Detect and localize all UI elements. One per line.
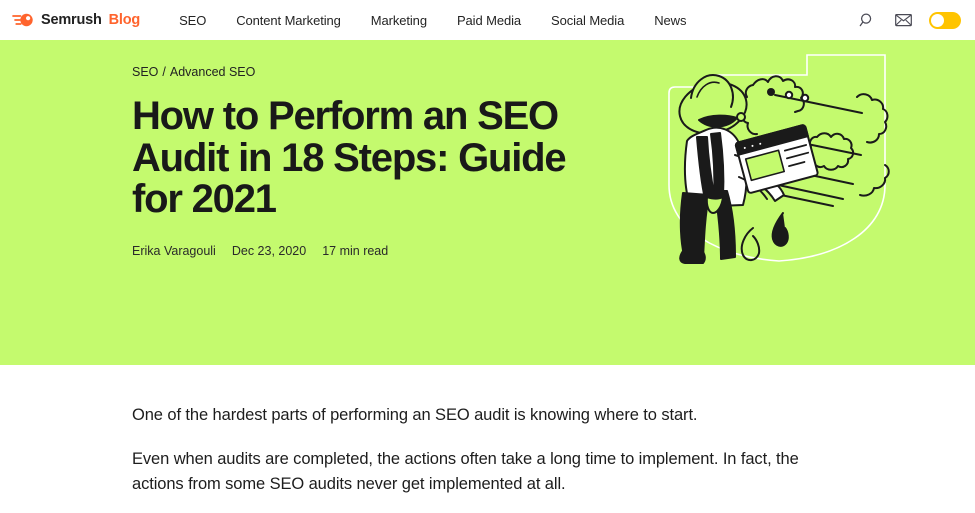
breadcrumb: SEO / Advanced SEO	[132, 65, 975, 79]
theme-toggle[interactable]	[929, 11, 961, 29]
search-icon[interactable]	[857, 10, 877, 30]
breadcrumb-separator: /	[162, 65, 166, 79]
article-paragraph: One of the hardest parts of performing a…	[132, 406, 698, 424]
page-title: How to Perform an SEO Audit in 18 Steps:…	[132, 94, 567, 222]
site-header: Semrush Blog SEO Content Marketing Marke…	[0, 0, 975, 40]
breadcrumb-current[interactable]: Advanced SEO	[170, 65, 255, 79]
nav-item-paid-media[interactable]: Paid Media	[442, 14, 536, 27]
brand-name: Semrush	[41, 11, 102, 28]
toggle-knob	[931, 13, 944, 27]
author-name[interactable]: Erika Varagouli	[132, 244, 216, 258]
hero-content: SEO / Advanced SEO How to Perform an SEO…	[0, 40, 975, 365]
header-actions	[857, 10, 961, 30]
nav-item-marketing[interactable]: Marketing	[356, 14, 442, 27]
nav-item-seo[interactable]: SEO	[164, 14, 221, 27]
nav-item-news[interactable]: News	[639, 14, 701, 27]
envelope-icon[interactable]	[893, 10, 913, 30]
nav-item-content-marketing[interactable]: Content Marketing	[221, 14, 356, 27]
semrush-comet-logo-icon	[12, 12, 34, 28]
main-navigation: SEO Content Marketing Marketing Paid Med…	[164, 14, 701, 27]
read-time: 17 min read	[322, 243, 389, 258]
article-paragraph: Even when audits are completed, the acti…	[132, 449, 799, 494]
brand-logo-link[interactable]: Semrush Blog	[12, 12, 140, 28]
breadcrumb-parent[interactable]: SEO	[132, 65, 158, 79]
brand-suffix: Blog	[108, 11, 141, 28]
nav-item-social-media[interactable]: Social Media	[536, 14, 639, 27]
article-body: One of the hardest parts of performing a…	[0, 365, 975, 513]
publish-date: Dec 23, 2020	[231, 243, 307, 258]
article-byline: Erika Varagouli Dec 23, 2020 17 min read	[132, 244, 975, 258]
hero-banner: SEO / Advanced SEO How to Perform an SEO…	[0, 40, 975, 365]
